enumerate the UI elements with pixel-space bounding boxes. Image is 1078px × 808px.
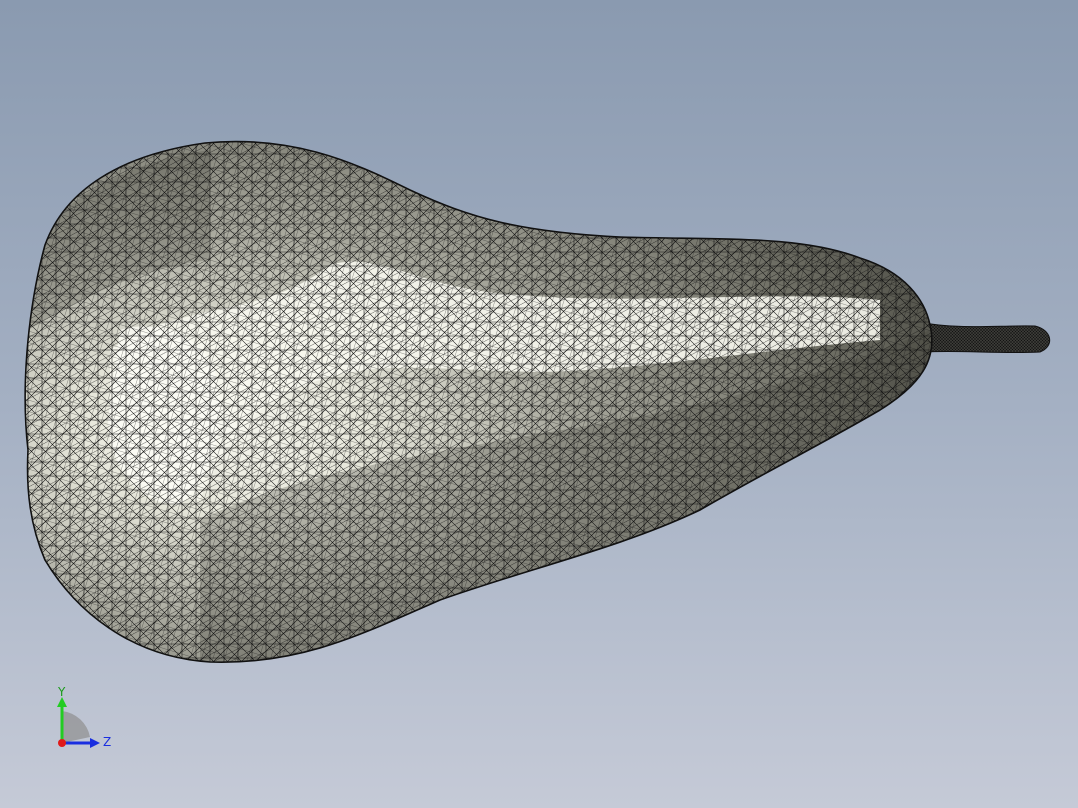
pear-model[interactable] — [0, 0, 1078, 808]
pear-body — [24, 140, 933, 664]
orientation-triad[interactable]: Y Z — [50, 685, 120, 755]
x-axis-dot — [58, 739, 66, 747]
y-axis-label: Y — [57, 685, 66, 699]
z-axis-label: Z — [103, 735, 111, 749]
graphics-viewport[interactable]: Y Z — [0, 0, 1078, 808]
stem — [917, 321, 1050, 354]
